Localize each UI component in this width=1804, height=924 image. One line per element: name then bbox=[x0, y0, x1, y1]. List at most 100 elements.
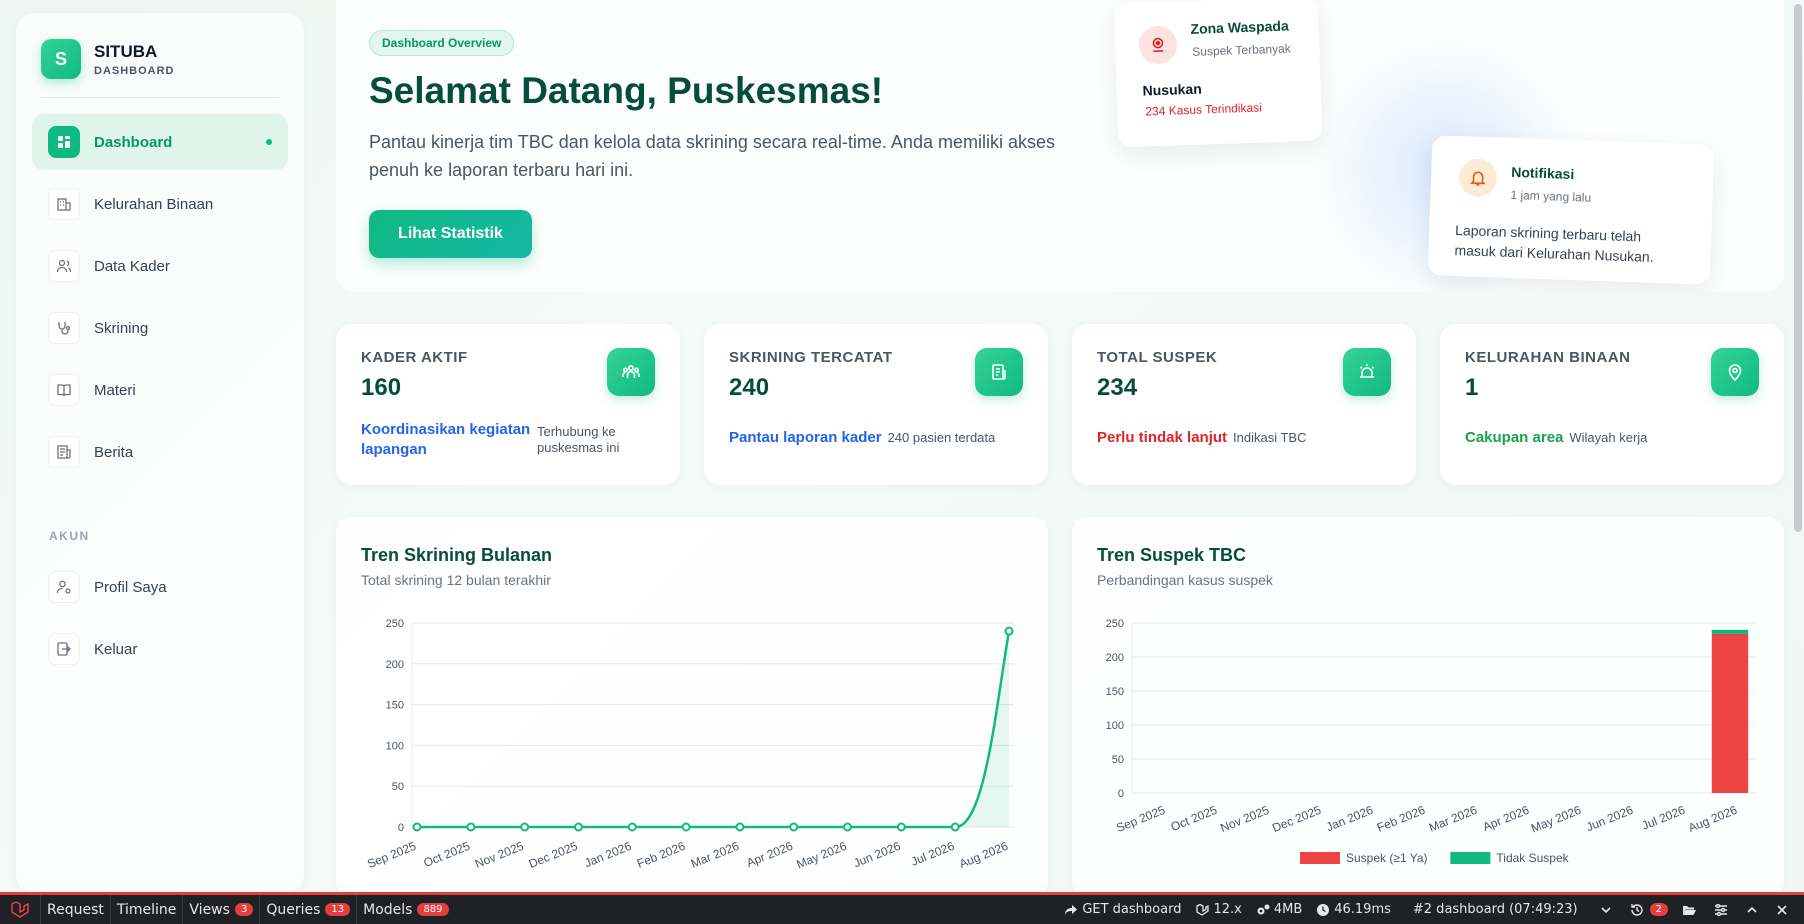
debug-open-button[interactable] bbox=[1675, 904, 1707, 916]
stat-link[interactable]: Perlu tindak lanjut bbox=[1097, 428, 1227, 448]
debug-settings-button[interactable] bbox=[1707, 903, 1739, 916]
team-icon bbox=[607, 348, 655, 396]
count-badge: 2 bbox=[1649, 903, 1668, 916]
hero-description: Pantau kinerja tim TBC dan kelola data s… bbox=[369, 132, 1055, 180]
building-icon bbox=[48, 188, 80, 220]
x-tick-label: Jun 2026 bbox=[1584, 803, 1635, 835]
brand[interactable]: S SITUBA DASHBOARD bbox=[41, 39, 175, 79]
debug-tab-timeline[interactable]: Timeline bbox=[111, 895, 184, 924]
sidebar-item-data-kader[interactable]: Data Kader bbox=[32, 238, 288, 294]
stethoscope-icon bbox=[48, 312, 80, 344]
bar bbox=[1711, 633, 1749, 793]
sidebar-item-skrining[interactable]: Skrining bbox=[32, 300, 288, 356]
alert-zone-card[interactable]: Zona Waspada Suspek Terbanyak Nusukan 23… bbox=[1113, 0, 1323, 148]
stat-card-kelurahan-binaan[interactable]: KELURAHAN BINAAN 1 Cakupan area Wilayah … bbox=[1440, 324, 1784, 485]
sidebar-item-kelurahan-binaan[interactable]: Kelurahan Binaan bbox=[32, 176, 288, 232]
stat-link[interactable]: Pantau laporan kader bbox=[729, 428, 882, 448]
y-tick-label: 50 bbox=[1112, 754, 1124, 766]
legend-swatch bbox=[1450, 852, 1491, 864]
users-icon bbox=[48, 250, 80, 282]
stat-note: 240 pasien terdata bbox=[887, 430, 996, 445]
sliders-icon bbox=[1715, 903, 1727, 916]
view-statistics-button[interactable]: Lihat Statistik bbox=[369, 210, 532, 258]
screening-line-chart[interactable]: 0 50 100 150 200 250 Sep 2025 Oct 2025 Nov 2025 D… bbox=[336, 517, 1048, 897]
debug-time[interactable]: 46.19ms bbox=[1309, 902, 1398, 917]
hero-panel: Dashboard Overview Selamat Datang, Puske… bbox=[336, 0, 1784, 292]
x-tick-label: Sep 2025 bbox=[365, 839, 418, 871]
sidebar-item-materi[interactable]: Materi bbox=[32, 362, 288, 418]
chevron-down-icon bbox=[1601, 906, 1611, 913]
brand-divider bbox=[41, 97, 279, 98]
stat-card-kader-aktif[interactable]: KADER AKTIF 160 Koordinasikan kegiatan l… bbox=[336, 324, 680, 485]
debug-tab-request[interactable]: Request bbox=[41, 895, 111, 924]
map-pin-icon bbox=[1711, 348, 1759, 396]
y-tick-label: 150 bbox=[386, 700, 404, 712]
debug-tab-label: Timeline bbox=[116, 901, 177, 918]
stat-link[interactable]: Koordinasikan kegiatan lapangan bbox=[361, 420, 531, 460]
stat-label: KADER AKTIF bbox=[361, 349, 468, 366]
debug-version[interactable]: 12.x bbox=[1188, 902, 1248, 917]
document-icon bbox=[975, 348, 1023, 396]
bell-icon bbox=[1458, 158, 1498, 198]
x-tick-label: May 2026 bbox=[1529, 803, 1583, 836]
data-point bbox=[950, 822, 960, 832]
data-point bbox=[573, 822, 583, 832]
clock-icon bbox=[1317, 903, 1330, 916]
data-point bbox=[627, 822, 637, 832]
sidebar-item-label: Data Kader bbox=[94, 257, 170, 275]
x-tick-label: Apr 2026 bbox=[744, 839, 795, 870]
data-point bbox=[466, 822, 476, 832]
y-tick-label: 0 bbox=[1118, 788, 1124, 800]
suspect-bar-chart[interactable]: 0 50 100 150 200 250 Sep 2025 Oct 2025 Nov 2025 D… bbox=[1072, 517, 1784, 897]
alert-zone-name: Nusukan bbox=[1142, 80, 1202, 99]
debug-tab-queries[interactable]: Queries 13 bbox=[260, 895, 358, 924]
debug-bar: Request Timeline Views 3 Queries 13 Models… bbox=[0, 892, 1804, 924]
stat-link[interactable]: Cakupan area bbox=[1465, 428, 1563, 448]
debug-maximize-button[interactable] bbox=[1739, 905, 1769, 915]
stat-card-total-suspek[interactable]: TOTAL SUSPEK 234 Perlu tindak lanjut Ind… bbox=[1072, 324, 1416, 485]
stat-label: KELURAHAN BINAAN bbox=[1465, 349, 1631, 366]
cogs-icon bbox=[1257, 904, 1270, 914]
stat-value: 160 bbox=[361, 374, 402, 401]
screening-trend-card: Tren Skrining Bulanan Total skrining 12 … bbox=[336, 517, 1048, 897]
x-tick-label: Feb 2026 bbox=[635, 839, 688, 871]
data-point bbox=[789, 822, 799, 832]
debug-request-select[interactable]: #2 dashboard (07:49:23) bbox=[1406, 902, 1623, 917]
stat-card-skrining-tercatat[interactable]: SKRINING TERCATAT 240 Pantau laporan kad… bbox=[704, 324, 1048, 485]
sidebar-item-profil-saya[interactable]: Profil Saya bbox=[32, 559, 288, 615]
x-tick-label: Jul 2026 bbox=[909, 839, 957, 869]
debug-history[interactable]: 2 bbox=[1623, 903, 1675, 917]
sidebar-item-berita[interactable]: Berita bbox=[32, 424, 288, 480]
folder-open-icon bbox=[1683, 905, 1696, 915]
account-nav: Profil Saya Keluar bbox=[32, 559, 288, 683]
debug-route[interactable]: GET dashboard bbox=[1057, 902, 1188, 917]
debug-tab-label: Models bbox=[363, 901, 413, 918]
x-tick-label: Mar 2026 bbox=[1427, 803, 1480, 835]
x-tick-label: Jun 2026 bbox=[851, 839, 902, 871]
x-tick-label: Oct 2025 bbox=[1169, 803, 1220, 834]
x-tick-label: Aug 2026 bbox=[1686, 803, 1739, 835]
sidebar-item-label: Profil Saya bbox=[94, 578, 167, 596]
alert-zone-count: 234 Kasus Terindikasi bbox=[1145, 100, 1263, 119]
y-tick-label: 200 bbox=[1106, 652, 1124, 664]
sidebar-item-dashboard[interactable]: Dashboard bbox=[32, 114, 288, 170]
page-scrollbar[interactable] bbox=[1794, 4, 1802, 532]
sidebar-item-label: Kelurahan Binaan bbox=[94, 195, 214, 213]
x-tick-label: Aug 2026 bbox=[957, 839, 1010, 871]
sidebar-item-label: Skrining bbox=[94, 319, 149, 337]
debug-close-button[interactable] bbox=[1769, 904, 1804, 916]
laravel-logo-icon[interactable] bbox=[0, 895, 41, 924]
notification-title: Notifikasi bbox=[1511, 163, 1575, 183]
sidebar-item-keluar[interactable]: Keluar bbox=[32, 621, 288, 677]
stat-note: Indikasi TBC bbox=[1233, 430, 1307, 445]
x-tick-label: Jul 2026 bbox=[1640, 803, 1688, 833]
laravel-icon bbox=[1196, 903, 1210, 916]
data-point bbox=[843, 822, 853, 832]
debug-tab-models[interactable]: Models 889 bbox=[357, 895, 454, 924]
debug-tab-views[interactable]: Views 3 bbox=[183, 895, 261, 924]
brand-logo: S bbox=[41, 39, 81, 79]
debug-memory[interactable]: 4MB bbox=[1249, 902, 1309, 917]
notification-card[interactable]: Notifikasi 1 jam yang lalu Laporan skrin… bbox=[1427, 135, 1715, 285]
debug-tab-label: Request bbox=[47, 901, 104, 918]
notification-time: 1 jam yang lalu bbox=[1510, 187, 1592, 205]
